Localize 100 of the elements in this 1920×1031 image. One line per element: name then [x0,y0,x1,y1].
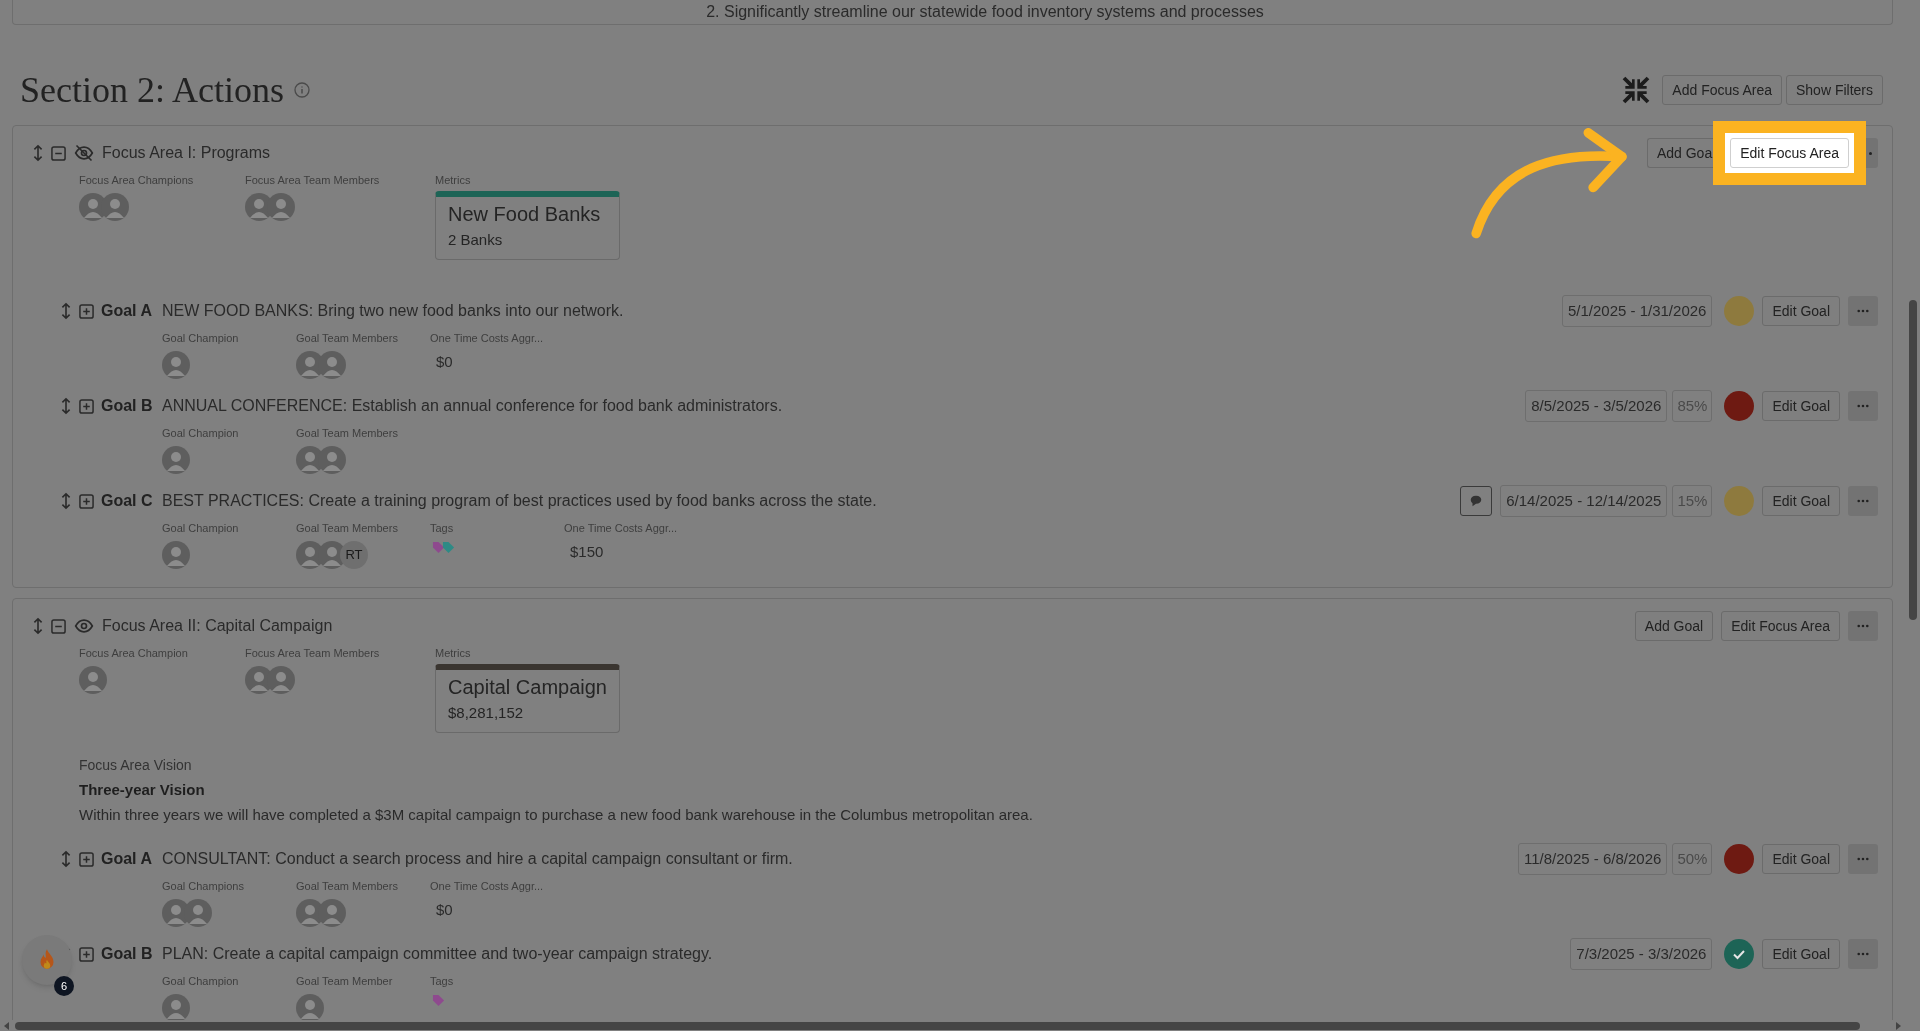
goal-title: PLAN: Create a capital campaign committee and two-year campaign strategy. [162,944,713,964]
expand-icon[interactable] [79,946,94,962]
date-range: 5/1/2025 - 1/31/2026 [1561,295,1713,327]
drag-handle-icon[interactable] [61,302,71,320]
metric-card[interactable]: New Food Banks 2 Banks [435,190,620,260]
avatar-icon [162,350,190,379]
field-label: Focus Area Team Members [245,173,381,188]
date-range: 6/14/2025 - 12/14/2025 [1500,485,1668,517]
collapse-icon[interactable] [51,145,66,161]
goal-title: CONSULTANT: Conduct a search process and hire a capital campaign consultant or firm. [162,849,793,869]
drag-handle-icon[interactable] [33,144,43,162]
field-label: One Time Costs Aggr... [430,879,545,894]
field-label: Tags [430,521,455,536]
field-label: Goal Team Members [296,521,399,536]
field-label: Tags [430,974,455,989]
edit-goal-button[interactable]: Edit Goal [1762,844,1840,874]
vision-text: Within three years we will have completed a $3M capital campaign to purchase a new food bank warehouse in the Columbus metropolitan area. [79,804,1034,825]
field-label: Focus Area Champions [79,173,195,188]
edit-goal-button[interactable]: Edit Goal [1762,486,1840,516]
field-label: Focus Area Champion [79,646,189,661]
expand-icon[interactable] [79,493,94,509]
more-icon [1857,309,1869,313]
goal-title: BEST PRACTICES: Create a training program of best practices used by food banks across the state. [162,491,877,511]
field-value: $0 [435,351,454,372]
drag-handle-icon[interactable] [61,397,71,415]
objective-text: 2. Significantly streamline our statewide food inventory systems and processes [705,2,1264,22]
goal-label: Goal B [101,396,154,416]
avatar-icon [101,192,129,221]
more-icon [1857,857,1869,861]
metric-value: 2 Banks [448,229,504,250]
goal-title: NEW FOOD BANKS: Bring two new food banks into our network. [162,301,624,321]
goal-label: Goal A [101,849,153,869]
eye-off-icon[interactable] [74,143,94,163]
goal-label: Goal B [101,944,154,964]
metric-title: New Food Banks [448,201,602,227]
vision-label: Focus Area Vision [79,756,193,775]
date-range: 11/8/2025 - 6/8/2026 [1518,843,1668,875]
field-label: Goal Champion [162,426,240,441]
field-label: Goal Champions [162,879,245,894]
date-range: 8/5/2025 - 3/5/2026 [1525,390,1668,422]
expand-icon[interactable] [79,398,94,414]
avatar-icon [318,350,346,379]
field-value: $0 [435,899,454,920]
notification-badge: 6 [54,976,74,996]
avatar-icon [267,665,295,694]
initials-avatar: RT [340,540,368,569]
field-label: Goal Team Member [296,974,394,989]
add-focus-area-button[interactable]: Add Focus Area [1662,75,1782,105]
field-label: Goal Team Members [296,879,399,894]
field-label: One Time Costs Aggr... [564,521,679,536]
field-label: Metrics [435,173,472,188]
more-icon [1857,624,1869,628]
field-label: Goal Team Members [296,426,399,441]
avatar-icon [318,445,346,474]
info-icon[interactable] [294,82,310,98]
add-goal-button[interactable]: Add Goal [1634,611,1714,641]
avatar-icon [162,445,190,474]
edit-focus-area-button[interactable]: Edit Focus Area [1721,611,1840,641]
show-filters-button[interactable]: Show Filters [1785,75,1883,105]
edit-goal-button[interactable]: Edit Goal [1762,296,1840,326]
dot-icon [1869,151,1872,155]
field-label: One Time Costs Aggr... [430,331,545,346]
metric-card[interactable]: Capital Campaign $8,281,152 [435,663,620,733]
eye-icon[interactable] [74,616,94,636]
field-label: Goal Team Members [296,331,399,346]
drag-handle-icon[interactable] [61,850,71,868]
field-label: Goal Champion [162,521,240,536]
chat-bubble-icon [1469,494,1484,508]
focus-area-title: Focus Area II: Capital Campaign [102,616,333,636]
edit-goal-button[interactable]: Edit Goal [1762,391,1840,421]
goal-label: Goal C [101,491,154,511]
field-label: Metrics [435,646,472,661]
edit-focus-area-button[interactable]: Edit Focus Area [1730,138,1849,168]
comment-button[interactable] [1460,486,1493,516]
avatar-icon [162,540,190,569]
field-label: Goal Champion [162,974,240,989]
edit-goal-button[interactable]: Edit Goal [1762,939,1840,969]
metric-value: $8,281,152 [448,702,525,723]
goal-label: Goal A [101,301,153,321]
avatar-icon [79,665,107,694]
avatar-icon [296,993,324,1020]
expand-icon[interactable] [79,303,94,319]
avatar-icon [267,192,295,221]
metric-title: Capital Campaign [448,674,607,700]
avatar-icon [318,898,346,927]
focus-area-title: Focus Area I: Programs [102,143,271,163]
vision-title: Three-year Vision [79,780,206,800]
add-goal-button[interactable]: Add Goa [1646,138,1714,168]
date-range: 7/3/2025 - 3/3/2026 [1570,938,1713,970]
field-label: Focus Area Team Members [245,646,381,661]
collapse-icon[interactable] [51,618,66,634]
drag-handle-icon[interactable] [33,617,43,635]
more-icon [1857,499,1869,503]
expand-icon[interactable] [79,851,94,867]
goal-title: ANNUAL CONFERENCE: Establish an annual conference for food bank administrators. [162,396,783,416]
avatar-icon [184,898,212,927]
drag-handle-icon[interactable] [61,492,71,510]
more-icon [1857,952,1869,956]
section-title: Section 2: Actions [20,69,284,112]
avatar-icon [162,993,190,1020]
